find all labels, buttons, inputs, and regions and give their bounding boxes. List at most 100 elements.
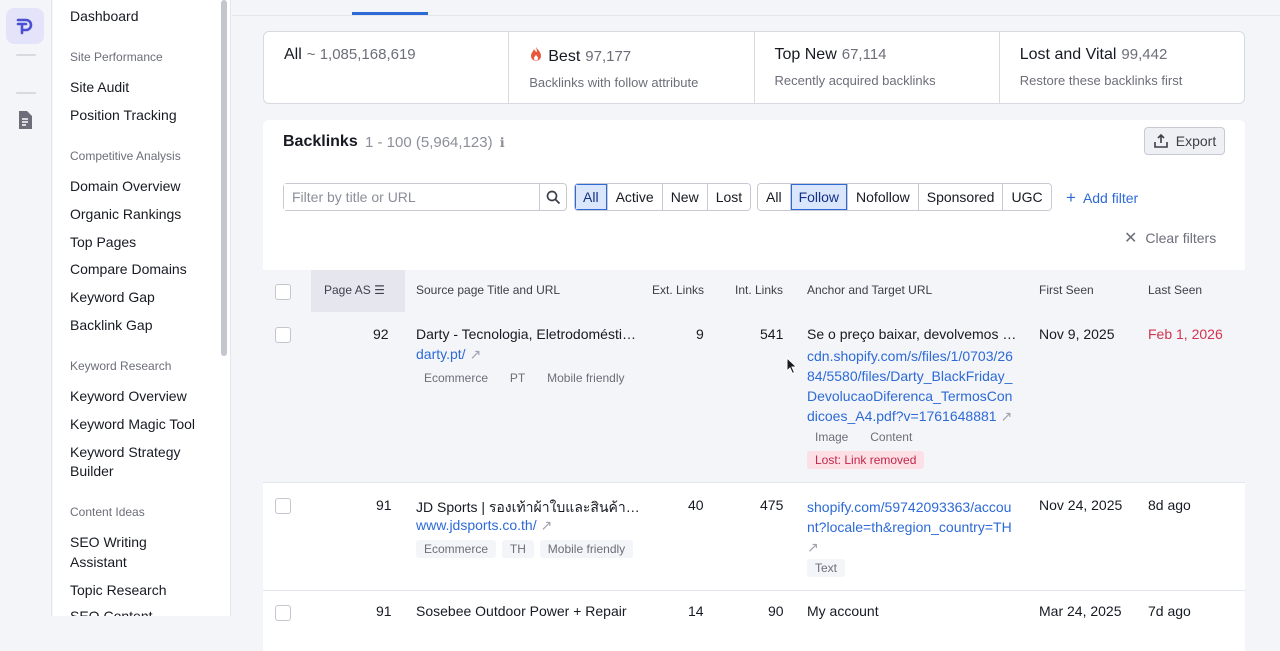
- status-filter-lost[interactable]: Lost: [707, 184, 751, 210]
- sidebar-section-site-performance: Site Performance: [70, 50, 163, 64]
- sidebar-item-topic-research[interactable]: Topic Research: [70, 580, 167, 600]
- sidebar-item-keyword-overview[interactable]: Keyword Overview: [70, 386, 187, 406]
- target-url[interactable]: shopify.com/59742093363/accou nt?locale=…: [807, 497, 1012, 557]
- mouse-cursor-icon: [786, 357, 798, 375]
- type-filter-all[interactable]: All: [758, 184, 791, 210]
- type-filter-follow[interactable]: Follow: [790, 184, 849, 210]
- sidebar-item-seo-content[interactable]: SEO Content: [70, 606, 153, 616]
- sidebar-item-keyword-gap[interactable]: Keyword Gap: [70, 287, 155, 307]
- external-link-icon: ↗: [469, 346, 482, 362]
- sidebar-item-seo-writing[interactable]: SEO Writing: [70, 532, 147, 552]
- document-icon[interactable]: [16, 110, 34, 135]
- source-url[interactable]: www.jdsports.co.th/ ↗: [416, 517, 552, 534]
- sidebar-item-keyword-strategy-line2[interactable]: Builder: [70, 461, 114, 481]
- panel-title: Backlinks: [283, 133, 358, 150]
- ext-links-value: 14: [688, 603, 704, 619]
- col-first-seen[interactable]: First Seen: [1039, 283, 1094, 297]
- lost-link-badge: Lost: Link removed: [807, 451, 925, 469]
- card-description: Recently acquired backlinks: [774, 73, 936, 88]
- card-all[interactable]: All ~ 1,085,168,619: [264, 32, 510, 103]
- rail-divider: [16, 92, 36, 94]
- type-filter-nofollow[interactable]: Nofollow: [848, 184, 919, 210]
- status-filter-new[interactable]: New: [662, 184, 708, 210]
- row-checkbox[interactable]: [275, 498, 291, 514]
- sidebar-item-organic-rankings[interactable]: Organic Rankings: [70, 204, 181, 224]
- first-seen-value: Nov 24, 2025: [1039, 497, 1123, 513]
- card-count: ~ 1,085,168,619: [306, 46, 416, 63]
- add-filter-button[interactable]: + Add filter: [1066, 188, 1138, 208]
- ext-links-value: 9: [696, 326, 704, 342]
- card-lost-and-vital[interactable]: Lost and Vital 99,442 Restore these backl…: [1000, 32, 1244, 103]
- search-input[interactable]: [284, 184, 538, 210]
- target-url-line: shopify.com/59742093363/accou: [807, 499, 1012, 515]
- sidebar-item-seo-writing-line2[interactable]: Assistant: [70, 552, 127, 572]
- col-int-links[interactable]: Int. Links: [735, 283, 783, 297]
- source-url[interactable]: darty.pt/ ↗: [416, 346, 481, 363]
- tag: Ecommerce: [416, 540, 497, 558]
- sidebar-item-compare-domains[interactable]: Compare Domains: [70, 259, 187, 279]
- target-url-line: DevolucaoDiferenca_TermosCon: [807, 388, 1013, 404]
- tag: Mobile friendly: [539, 369, 633, 387]
- sidebar-item-site-audit[interactable]: Site Audit: [70, 77, 129, 97]
- type-filter-group: All Follow Nofollow Sponsored UGC: [757, 183, 1052, 211]
- target-url-line: dicoes_A4.pdf?v=1761648881: [807, 408, 997, 424]
- page-as-value: 91: [376, 603, 392, 619]
- sidebar-item-position-tracking[interactable]: Position Tracking: [70, 105, 177, 125]
- sidebar-item-domain-overview[interactable]: Domain Overview: [70, 176, 180, 196]
- summary-cards: All ~ 1,085,168,619 Best 97,177 Backlinks …: [263, 31, 1245, 104]
- table-row: 92 Darty - Tecnologia, Eletrodomésti… da…: [263, 312, 1245, 483]
- row-checkbox[interactable]: [275, 327, 291, 343]
- results-range-text: 1 - 100 (5,964,123): [365, 134, 493, 151]
- card-title: All: [284, 46, 302, 63]
- source-title: JD Sports | รองเท้าผ้าใบและสินค้า…: [416, 499, 640, 515]
- status-filter-active[interactable]: Active: [607, 184, 663, 210]
- export-icon: [1153, 133, 1168, 148]
- page-as-value: 92: [373, 326, 389, 342]
- sidebar-section-keyword-research: Keyword Research: [70, 359, 172, 373]
- col-page-as[interactable]: Page AS ☰: [324, 283, 385, 297]
- sidebar-item-keyword-strategy[interactable]: Keyword Strategy: [70, 442, 181, 462]
- col-page-as-label: Page AS: [324, 283, 371, 297]
- report-tabs: [232, 0, 1280, 16]
- row-checkbox[interactable]: [275, 605, 291, 621]
- last-seen-value: 8d ago: [1148, 497, 1191, 513]
- sidebar-item-backlink-gap[interactable]: Backlink Gap: [70, 315, 152, 335]
- source-title: Darty - Tecnologia, Eletrodomésti…: [416, 326, 636, 342]
- select-all-checkbox[interactable]: [275, 284, 291, 300]
- col-source-page[interactable]: Source page Title and URL: [416, 283, 560, 297]
- status-filter-all[interactable]: All: [575, 184, 608, 210]
- search-button[interactable]: [539, 184, 566, 210]
- card-best[interactable]: Best 97,177 Backlinks with follow attribu…: [509, 32, 755, 103]
- sidebar-item-dashboard[interactable]: Dashboard: [70, 6, 139, 26]
- fire-icon: [531, 47, 542, 61]
- type-filter-sponsored[interactable]: Sponsored: [918, 184, 1004, 210]
- clear-filters-button[interactable]: ✕ Clear filters: [1124, 228, 1216, 248]
- info-icon[interactable]: ℹ: [500, 135, 505, 150]
- source-title: Sosebee Outdoor Power + Repair: [416, 603, 627, 619]
- app-logo-icon[interactable]: [6, 8, 44, 44]
- type-filter-ugc[interactable]: UGC: [1003, 184, 1051, 210]
- clear-filters-label: Clear filters: [1145, 230, 1217, 246]
- col-ext-links[interactable]: Ext. Links: [652, 283, 704, 297]
- sidebar-section-competitive-analysis: Competitive Analysis: [70, 149, 181, 163]
- sidebar-item-keyword-magic-tool[interactable]: Keyword Magic Tool: [70, 414, 195, 434]
- sidebar-item-top-pages[interactable]: Top Pages: [70, 232, 136, 252]
- tag: Content: [870, 430, 913, 444]
- sidebar-section-content-ideas: Content Ideas: [70, 505, 145, 519]
- target-url-line: cdn.shopify.com/s/files/1/0703/26: [807, 348, 1013, 364]
- target-url[interactable]: cdn.shopify.com/s/files/1/0703/26 84/558…: [807, 346, 1013, 426]
- tag: Image: [815, 430, 849, 444]
- close-icon: ✕: [1124, 230, 1138, 247]
- col-anchor-target[interactable]: Anchor and Target URL: [807, 283, 932, 297]
- int-links-value: 90: [768, 603, 784, 619]
- export-button[interactable]: Export: [1144, 127, 1225, 155]
- card-count: 67,114: [841, 46, 887, 63]
- col-last-seen[interactable]: Last Seen: [1148, 283, 1202, 297]
- sidebar-scrollbar[interactable]: [221, 0, 227, 356]
- card-description: Backlinks with follow attribute: [529, 75, 699, 90]
- ext-links-value: 40: [688, 497, 704, 513]
- source-url-text: www.jdsports.co.th/: [416, 517, 537, 533]
- tag: Mobile friendly: [539, 540, 634, 558]
- table-row: 91 JD Sports | รองเท้าผ้าใบและสินค้า… ww…: [263, 483, 1245, 591]
- card-top-new[interactable]: Top New 67,114 Recently acquired backlink…: [755, 32, 1000, 103]
